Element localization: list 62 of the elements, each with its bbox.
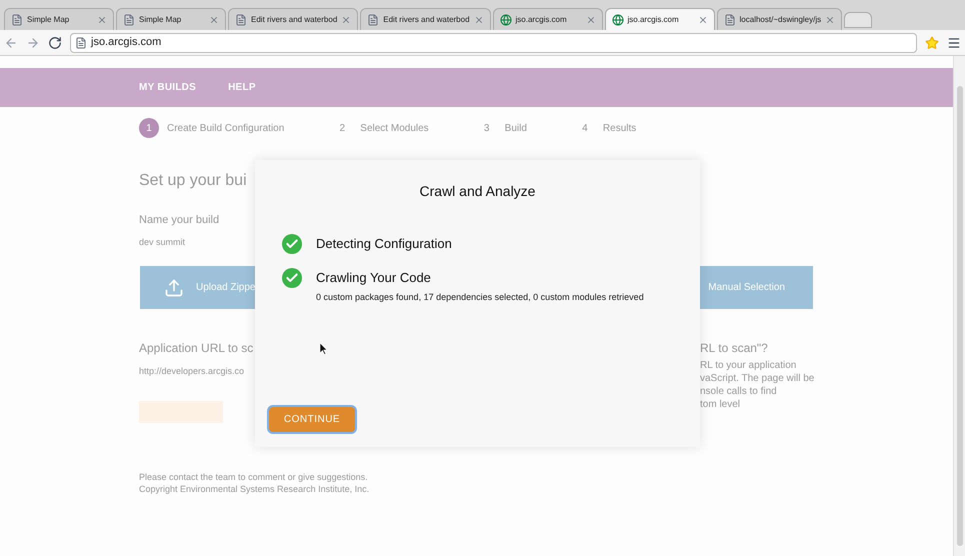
browser-tab[interactable]: Edit rivers and waterbod [360,8,491,30]
upload-icon [164,278,184,298]
field-label: Name your build [139,214,220,226]
close-icon[interactable] [586,14,596,24]
forward-icon[interactable] [26,36,40,50]
page-icon [724,14,736,26]
page-icon [75,36,87,48]
step-number: 3 [482,122,490,136]
page-icon [367,14,380,26]
browser-tab[interactable]: Edit rivers and waterbod [228,8,358,30]
dialog-title: Crawl and Analyze [418,182,536,201]
tab-title: Edit rivers and waterbod [383,14,470,26]
scrollbar[interactable] [953,56,965,556]
close-icon[interactable] [209,14,219,24]
close-icon[interactable] [474,14,484,24]
close-icon[interactable] [97,14,107,24]
reload-icon[interactable] [48,36,62,50]
tab-title: localhost/~dswingley/js [740,14,822,26]
close-icon[interactable] [825,14,836,24]
step-number: 1 [139,118,159,138]
page-icon [123,14,135,26]
globe-icon [612,14,624,26]
tab-title: jso.arcgis.com [516,14,568,26]
field-label: Application URL to sc [139,340,254,357]
help-text: nsole calls to find [700,385,777,398]
address-bar[interactable]: jso.arcgis.com [70,32,917,52]
browser-tab[interactable]: localhost/~dswingley/js [716,8,842,30]
step-status: Crawling Your Code [316,269,432,287]
footer-text: Copyright Environmental Systems Research Institute, Inc. [139,483,370,495]
page-icon [235,14,247,26]
step-number: 2 [338,122,346,136]
footer-text: Please contact the team to comment or give suggestions. [139,471,368,483]
help-text: vaScript. The page will be [700,372,814,385]
cursor-icon [320,343,328,355]
step-label: Build [504,122,527,136]
help-text: RL to your application [700,359,796,372]
url-text: jso.arcgis.com [91,35,162,50]
status-detail: 0 custom packages found, 17 dependencies selected, 0 custom modules retrieved [316,291,644,304]
browser-tab[interactable]: Simple Map [116,8,226,30]
back-icon[interactable] [4,36,18,50]
star-icon[interactable] [925,36,939,50]
close-icon[interactable] [698,14,708,24]
page-heading: Set up your bui [139,172,247,189]
menu-icon[interactable] [947,36,961,50]
browser-tab[interactable]: jso.arcgis.com [492,8,603,30]
page-icon [11,14,23,26]
tab-title: Simple Map [139,14,182,26]
tab-title: jso.arcgis.com [628,14,680,26]
step-label: Select Modules [360,122,429,136]
new-tab-button[interactable] [844,12,872,28]
help-text: tom level [700,398,740,411]
step-number: 4 [581,122,589,136]
step-label: Create Build Configuration [167,122,284,136]
tab-title: Simple Map [27,14,70,26]
close-icon[interactable] [341,14,352,24]
browser-tab[interactable]: jso.arcgis.com [604,8,715,30]
step-label: Results [602,122,636,136]
browser-tab[interactable]: Simple Map [4,8,114,30]
step-status: Detecting Configuration [316,235,452,253]
help-title: RL to scan"? [700,340,768,357]
tab-title: Edit rivers and waterbod [251,14,338,26]
globe-icon [500,14,512,26]
